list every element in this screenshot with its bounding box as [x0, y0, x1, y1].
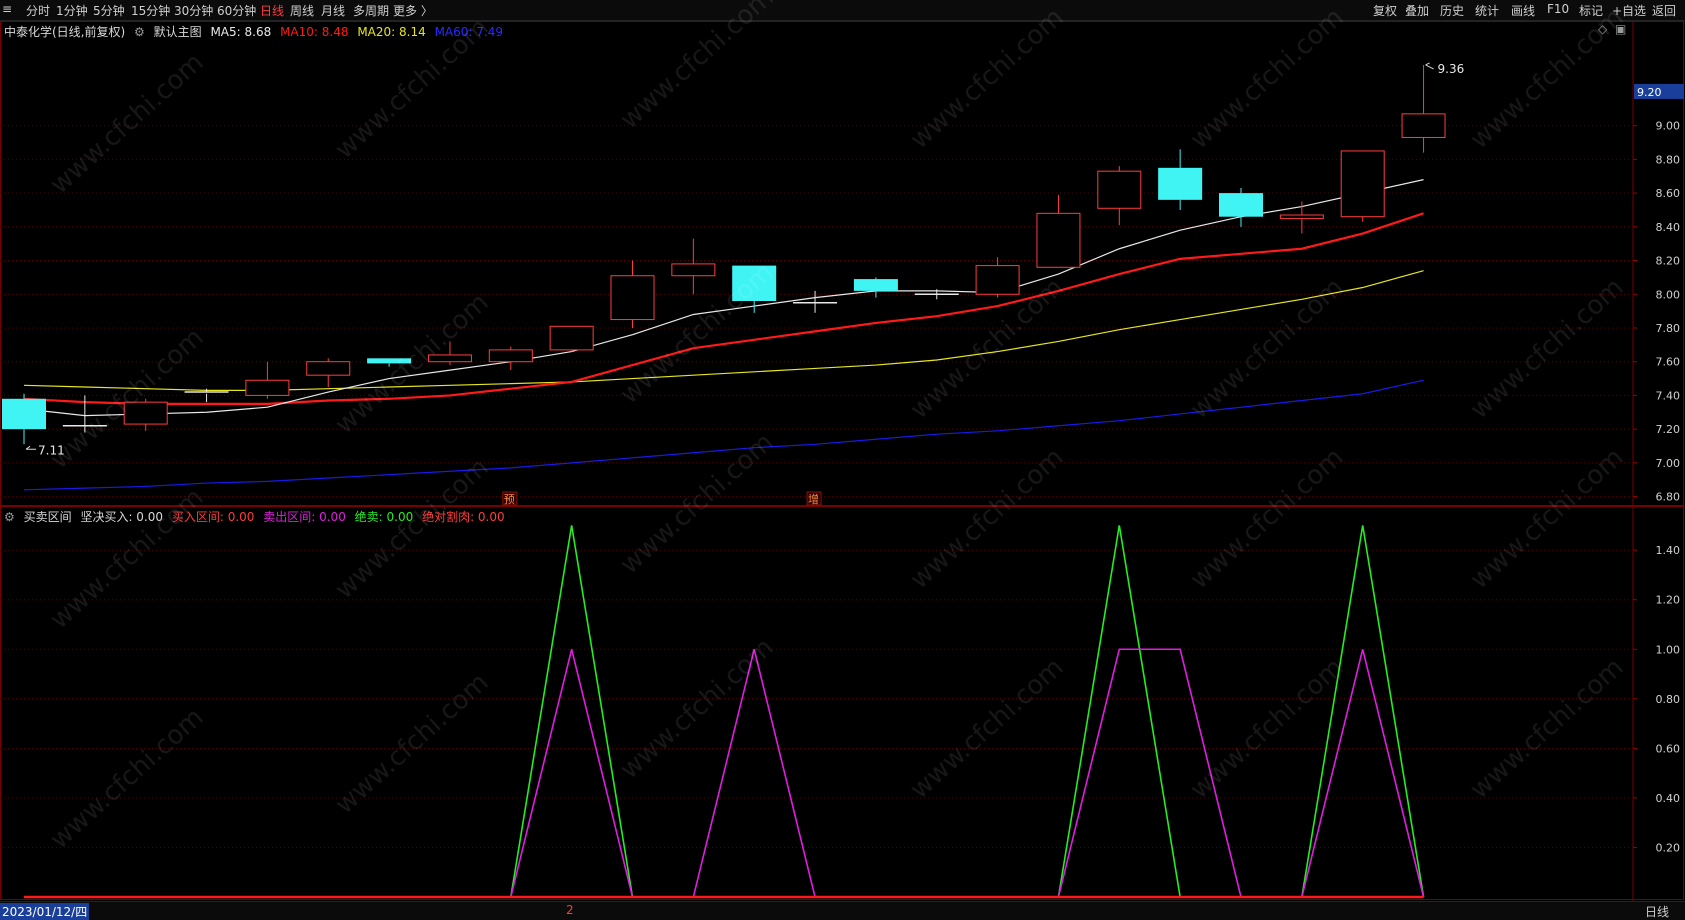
watermark-text: www.cfchi.com: [905, 652, 1070, 805]
main-axis-label: 6.80: [1656, 491, 1681, 504]
watermark-text: www.cfchi.com: [615, 427, 780, 580]
candle-body-down: [2, 398, 46, 430]
candle-body-up: [610, 275, 655, 321]
x-axis-tick: 2: [566, 903, 574, 917]
watermark-text: www.cfchi.com: [45, 702, 210, 855]
main-axis-label: 8.40: [1656, 221, 1681, 234]
candle-body-up: [1279, 214, 1324, 219]
indicator-axis-label: 0.40: [1656, 792, 1681, 805]
main-axis-label: 8.60: [1656, 187, 1681, 200]
watermark-text: www.cfchi.com: [905, 442, 1070, 595]
high-arrow: [1425, 62, 1434, 70]
chart-svg[interactable]: 6.80 7.00 7.20 7.40 7.60 7.80 8.00 8.20 8.40 8.60…: [0, 0, 1685, 901]
watermark-text: www.cfchi.com: [1465, 442, 1630, 595]
indicator-panel-frame: [0, 506, 1684, 900]
candle-body-up: [1340, 150, 1385, 218]
watermark-text: www.cfchi.com: [1185, 652, 1350, 805]
candle-body-up: [488, 349, 533, 363]
main-axis-label: 7.80: [1656, 322, 1681, 335]
watermark-text: www.cfchi.com: [615, 0, 780, 135]
watermark-text: www.cfchi.com: [330, 12, 495, 165]
main-panel-frame: [0, 21, 1684, 506]
indicator-axis-label: 0.20: [1656, 841, 1681, 854]
watermark-text: www.cfchi.com: [330, 667, 495, 820]
candle-body-up: [306, 361, 351, 376]
candle-body-down: [1219, 193, 1263, 217]
event-marker-label: 增: [808, 492, 819, 506]
low-arrow: [25, 445, 36, 450]
cursor-date: 2023/01/12/四: [0, 903, 90, 920]
watermark-text: www.cfchi.com: [45, 47, 210, 200]
candle-body-down: [1158, 167, 1203, 200]
candle-body-down: [853, 279, 898, 291]
main-axis-label: 7.60: [1656, 356, 1681, 369]
main-axis-label: 8.00: [1656, 288, 1681, 301]
indicator-axis-label: 1.40: [1656, 544, 1681, 557]
main-axis-label: 9.00: [1656, 120, 1681, 133]
watermark-text: www.cfchi.com: [1465, 272, 1630, 425]
candle-body-up: [245, 379, 290, 396]
indicator-axis-label: 0.80: [1656, 693, 1681, 706]
main-axis-label: 8.80: [1656, 153, 1681, 166]
current-price-label: 9.20: [1637, 86, 1662, 99]
candle-body-up: [671, 263, 716, 277]
candle-body-up: [1097, 170, 1142, 209]
watermark-text: www.cfchi.com: [1185, 272, 1350, 425]
watermark-text: www.cfchi.com: [1185, 442, 1350, 595]
main-axis-label: 8.20: [1656, 255, 1681, 268]
watermark-text: www.cfchi.com: [45, 322, 210, 475]
watermark-text: www.cfchi.com: [905, 272, 1070, 425]
main-axis-label: 7.20: [1656, 423, 1681, 436]
candle-body-up: [1401, 113, 1446, 138]
candle-body-up: [975, 265, 1020, 295]
watermark-text: www.cfchi.com: [1185, 2, 1350, 155]
indicator-axis-label: 0.60: [1656, 742, 1681, 755]
event-marker-label: 预: [504, 493, 515, 506]
watermark-text: www.cfchi.com: [330, 452, 495, 605]
bottom-status-bar: 2023/01/12/四 2 日线: [0, 901, 1685, 920]
candle-body-up: [1036, 212, 1081, 268]
watermark-text: www.cfchi.com: [1465, 652, 1630, 805]
main-axis-label: 7.00: [1656, 457, 1681, 470]
indicator-axis-label: 1.20: [1656, 594, 1681, 607]
watermark-text: www.cfchi.com: [905, 2, 1070, 155]
indicator-axis-label: 1.00: [1656, 643, 1681, 656]
candle-body-up: [549, 325, 594, 351]
watermark-text: www.cfchi.com: [1465, 2, 1630, 155]
main-axis-label: 7.40: [1656, 389, 1681, 402]
watermark-text: www.cfchi.com: [615, 632, 780, 785]
watermark-text: www.cfchi.com: [330, 287, 495, 440]
bottom-period-label[interactable]: 日线: [1645, 903, 1669, 920]
high-label: 9.36: [1438, 62, 1465, 76]
